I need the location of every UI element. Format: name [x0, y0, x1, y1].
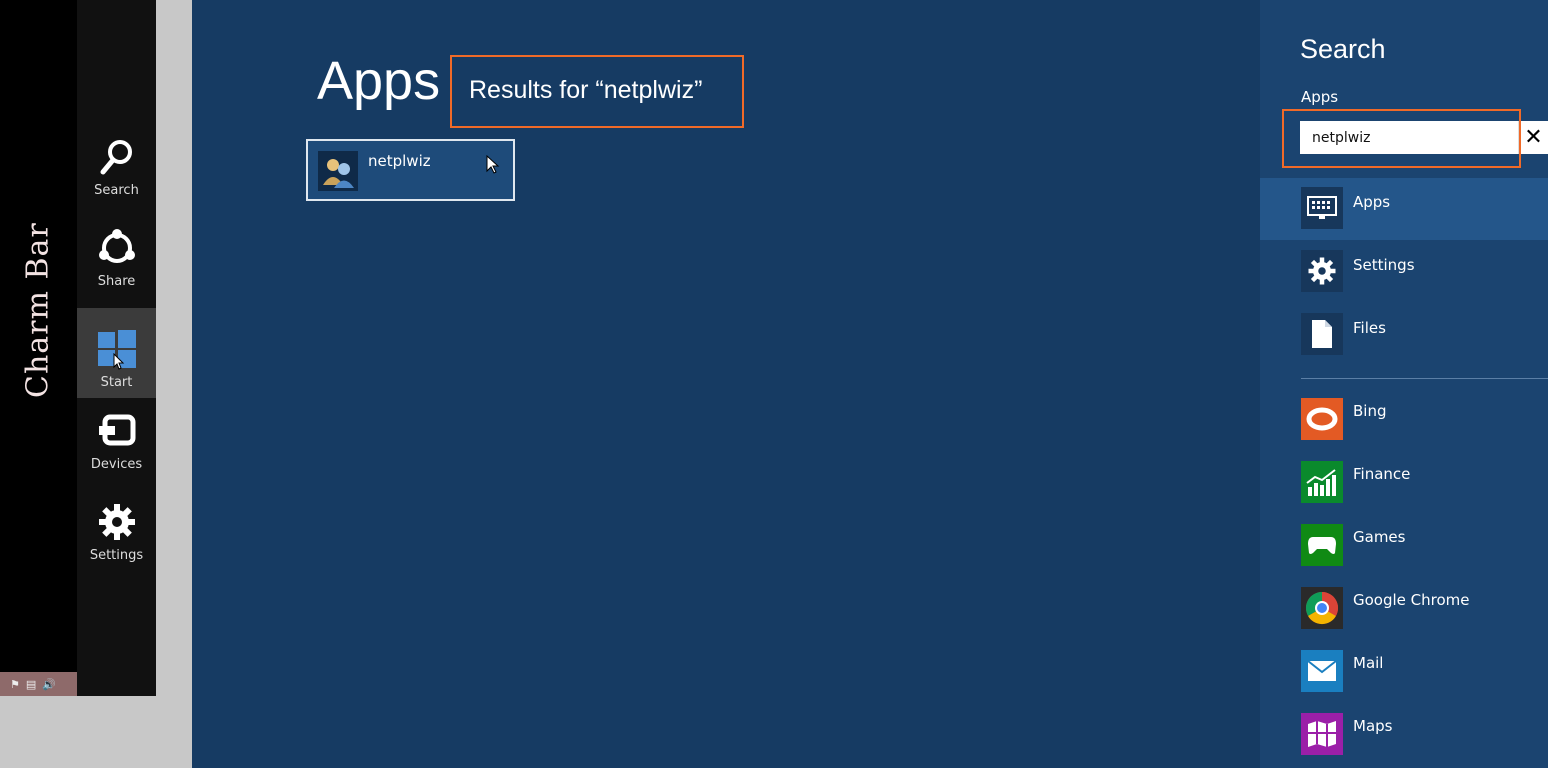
mouse-cursor-icon [486, 155, 500, 174]
search-pane: Search Apps ✕ Apps [1260, 0, 1548, 768]
system-tray: ⚑ ▤ 🔊 [0, 672, 77, 696]
page-title: Apps [317, 51, 441, 111]
charm-settings[interactable]: Settings [77, 481, 156, 571]
mouse-cursor-icon [113, 353, 125, 370]
games-icon [1301, 524, 1343, 566]
charm-search[interactable]: Search [77, 116, 156, 206]
network-icon[interactable]: ▤ [26, 678, 36, 691]
category-label: Files [1353, 319, 1386, 337]
charm-label: Settings [89, 548, 144, 563]
pane-divider [1301, 378, 1548, 379]
search-icon [100, 140, 132, 175]
charm-label: Devices [90, 457, 143, 472]
charm-bar-annotation: Charm Bar [20, 222, 56, 398]
result-tile-netplwiz[interactable]: netplwiz [306, 139, 515, 201]
close-icon: ✕ [1524, 125, 1543, 150]
app-label: Bing [1353, 402, 1387, 420]
app-google-chrome[interactable]: Google Chrome [1260, 578, 1548, 640]
charm-label: Share [97, 274, 136, 289]
search-pane-title: Search [1300, 34, 1386, 64]
app-label: Finance [1353, 465, 1411, 483]
user-accounts-icon [318, 151, 358, 191]
chrome-icon [1301, 587, 1343, 629]
app-games[interactable]: Games [1260, 515, 1548, 577]
mail-icon [1301, 650, 1343, 692]
shield-icon[interactable]: ⚑ [10, 678, 20, 691]
app-label: Google Chrome [1353, 591, 1470, 609]
share-icon [98, 229, 135, 263]
charm-label: Search [94, 183, 139, 198]
app-label: Games [1353, 528, 1406, 546]
app-maps[interactable]: Maps [1260, 704, 1548, 766]
charm-devices[interactable]: Devices [77, 390, 156, 480]
charm-bar: Search Share Start Devices Settings [77, 0, 156, 696]
maps-icon [1301, 713, 1343, 755]
keyboard-icon [1301, 187, 1343, 229]
app-finance[interactable]: Finance [1260, 452, 1548, 514]
clear-search-button[interactable]: ✕ [1518, 121, 1548, 154]
gear-icon [1301, 250, 1343, 292]
category-label: Settings [1353, 256, 1415, 274]
results-for-text: Results for “netplwiz” [469, 76, 703, 104]
category-apps[interactable]: Apps [1260, 178, 1548, 240]
search-input-highlight-box [1282, 109, 1521, 168]
app-label: Mail [1353, 654, 1384, 672]
search-scope-label: Apps [1301, 88, 1339, 106]
finance-icon [1301, 461, 1343, 503]
bing-icon [1301, 398, 1343, 440]
devices-icon [98, 414, 135, 446]
category-files[interactable]: Files [1260, 304, 1548, 366]
category-label: Apps [1353, 193, 1391, 211]
app-mail[interactable]: Mail [1260, 641, 1548, 703]
result-label: netplwiz [368, 152, 431, 170]
apps-results-area: Apps Results for “netplwiz” netplwiz [192, 0, 1260, 768]
file-icon [1301, 313, 1343, 355]
charm-label: Start [100, 375, 133, 390]
app-label: Maps [1353, 717, 1393, 735]
app-bing[interactable]: Bing [1260, 389, 1548, 451]
category-settings[interactable]: Settings [1260, 241, 1548, 303]
gear-icon [98, 504, 135, 540]
charm-share[interactable]: Share [77, 207, 156, 297]
volume-icon[interactable]: 🔊 [42, 678, 56, 691]
